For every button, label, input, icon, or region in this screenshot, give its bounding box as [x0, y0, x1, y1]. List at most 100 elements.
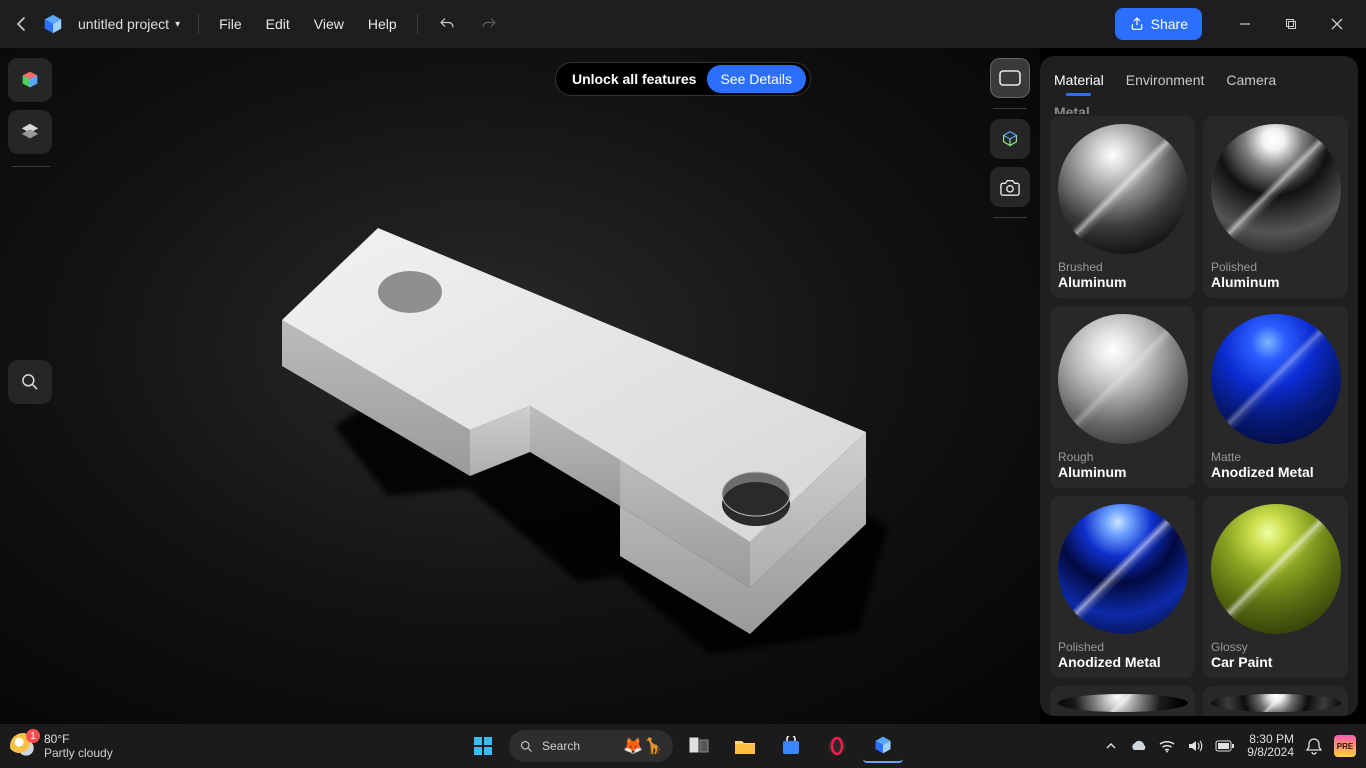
- material-card[interactable]: Brushed Aluminum: [1050, 116, 1195, 298]
- properties-panel: Material Environment Camera Metal Brushe…: [1040, 56, 1358, 716]
- material-card[interactable]: [1203, 686, 1348, 716]
- opera-icon: [827, 736, 847, 756]
- notifications-icon[interactable]: [1306, 737, 1322, 755]
- cube-axis-icon: [999, 128, 1021, 150]
- menu-edit[interactable]: Edit: [254, 0, 302, 48]
- material-subtitle: Brushed: [1056, 260, 1189, 274]
- volume-icon[interactable]: [1187, 739, 1203, 753]
- search-icon: [20, 372, 40, 392]
- chevron-down-icon: ▾: [175, 19, 180, 30]
- task-view-icon: [689, 737, 709, 755]
- window-minimize-button[interactable]: [1222, 0, 1268, 48]
- redo-button[interactable]: [468, 0, 510, 48]
- taskbar-tray-app[interactable]: PRE: [1334, 735, 1356, 757]
- material-name: Aluminum: [1056, 274, 1189, 290]
- material-preview-icon: [1058, 314, 1188, 444]
- material-preview-icon: [1058, 124, 1188, 254]
- project-name-dropdown[interactable]: untitled project ▾: [78, 16, 190, 32]
- app-logo-icon: [42, 13, 64, 35]
- separator: [993, 108, 1027, 109]
- material-name: Aluminum: [1209, 274, 1342, 290]
- material-preview-icon: [1058, 694, 1188, 712]
- clock-date: 9/8/2024: [1247, 746, 1294, 759]
- material-preview-icon: [1211, 694, 1341, 712]
- folder-icon: [734, 737, 756, 755]
- project-name-label: untitled project: [78, 16, 169, 32]
- orientation-tool-button[interactable]: [990, 119, 1030, 159]
- tab-camera[interactable]: Camera: [1226, 72, 1276, 94]
- tab-material[interactable]: Material: [1054, 72, 1104, 94]
- wifi-icon[interactable]: [1159, 739, 1175, 753]
- material-subtitle: Rough: [1056, 450, 1189, 464]
- taskbar-app-explorer[interactable]: [725, 729, 765, 763]
- app-logo-icon: [873, 735, 893, 755]
- material-preview-icon: [1058, 504, 1188, 634]
- menu-view[interactable]: View: [302, 0, 356, 48]
- separator: [993, 217, 1027, 218]
- battery-icon[interactable]: [1215, 740, 1235, 752]
- material-card[interactable]: Polished Aluminum: [1203, 116, 1348, 298]
- camera-icon: [999, 177, 1021, 197]
- appearance-tool-button[interactable]: [8, 58, 52, 102]
- separator: [417, 14, 418, 34]
- window-close-button[interactable]: [1314, 0, 1360, 48]
- taskbar-app-store[interactable]: [771, 729, 811, 763]
- view-mode-button[interactable]: [990, 58, 1030, 98]
- material-preview-icon: [1211, 124, 1341, 254]
- share-button[interactable]: Share: [1115, 8, 1202, 40]
- model-3d[interactable]: [270, 198, 880, 658]
- search-icon: [519, 739, 534, 754]
- material-subtitle: Polished: [1209, 260, 1342, 274]
- taskbar-search-placeholder: Search: [542, 739, 580, 753]
- task-view-button[interactable]: [679, 729, 719, 763]
- tray-overflow-icon[interactable]: [1105, 740, 1117, 752]
- taskbar: 1 80°F Partly cloudy Search 🦊🦒: [0, 724, 1366, 768]
- layers-tool-button[interactable]: [8, 110, 52, 154]
- search-highlight-icon: 🦊🦒: [623, 736, 663, 756]
- taskbar-app-current[interactable]: [863, 729, 903, 763]
- window-maximize-button[interactable]: [1268, 0, 1314, 48]
- separator: [198, 14, 199, 34]
- taskbar-app-opera[interactable]: [817, 729, 857, 763]
- material-preview-icon: [1211, 504, 1341, 634]
- material-card[interactable]: Matte Anodized Metal: [1203, 306, 1348, 488]
- material-name: Car Paint: [1209, 654, 1342, 670]
- material-name: Anodized Metal: [1209, 464, 1342, 480]
- start-button[interactable]: [463, 729, 503, 763]
- tab-environment[interactable]: Environment: [1126, 72, 1205, 94]
- see-details-button[interactable]: See Details: [706, 65, 806, 93]
- separator: [12, 166, 50, 167]
- screenshot-button[interactable]: [990, 167, 1030, 207]
- material-name: Anodized Metal: [1056, 654, 1189, 670]
- material-card[interactable]: Polished Anodized Metal: [1050, 496, 1195, 678]
- material-subtitle: Polished: [1056, 640, 1189, 654]
- undo-button[interactable]: [426, 0, 468, 48]
- weather-temp: 80°F: [44, 732, 113, 746]
- taskbar-weather[interactable]: 1 80°F Partly cloudy: [10, 732, 180, 760]
- material-card[interactable]: [1050, 686, 1195, 716]
- material-subtitle: Glossy: [1209, 640, 1342, 654]
- menu-help[interactable]: Help: [356, 0, 409, 48]
- material-category-label: Metal: [1050, 104, 1348, 114]
- rectangle-icon: [999, 70, 1021, 86]
- share-icon: [1129, 16, 1145, 32]
- material-preview-icon: [1211, 314, 1341, 444]
- weather-icon: 1: [10, 733, 36, 759]
- menu-file[interactable]: File: [207, 0, 254, 48]
- back-button[interactable]: [6, 8, 38, 40]
- weather-badge: 1: [26, 729, 40, 743]
- cube-color-icon: [19, 69, 41, 91]
- layers-icon: [19, 121, 41, 143]
- taskbar-clock[interactable]: 8:30 PM 9/8/2024: [1247, 733, 1294, 759]
- viewport-3d[interactable]: [0, 48, 1040, 724]
- material-name: Aluminum: [1056, 464, 1189, 480]
- taskbar-search[interactable]: Search 🦊🦒: [509, 730, 673, 762]
- onedrive-icon[interactable]: [1129, 739, 1147, 753]
- promo-strip: Unlock all features See Details: [555, 62, 811, 96]
- material-card[interactable]: Rough Aluminum: [1050, 306, 1195, 488]
- search-button[interactable]: [8, 360, 52, 404]
- material-subtitle: Matte: [1209, 450, 1342, 464]
- material-card[interactable]: Glossy Car Paint: [1203, 496, 1348, 678]
- store-icon: [781, 736, 801, 756]
- share-label: Share: [1151, 16, 1188, 32]
